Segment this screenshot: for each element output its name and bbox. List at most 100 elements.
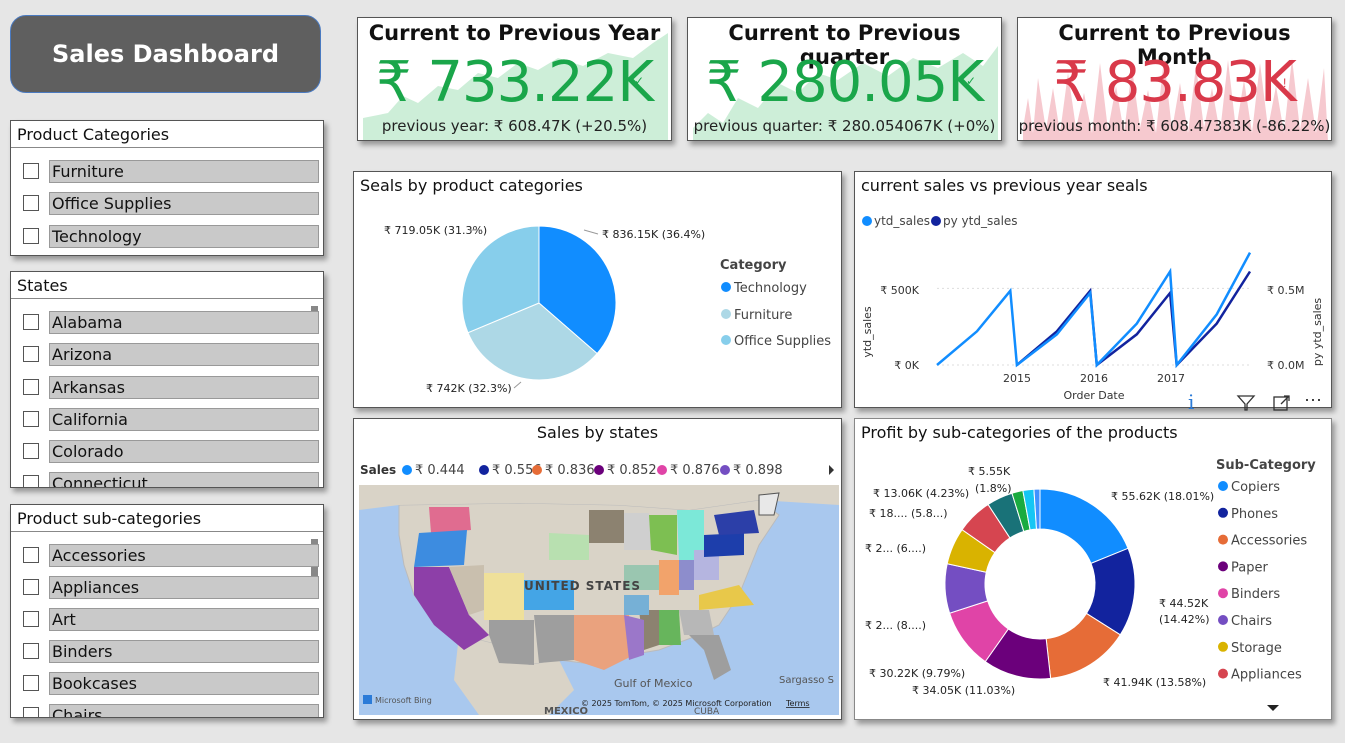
legend-item[interactable]: Copiers: [1231, 480, 1280, 495]
slicer-item[interactable]: Accessories: [23, 543, 319, 567]
data-label: ₹ 836.15K (36.4%): [602, 228, 705, 241]
legend-item[interactable]: Technology: [733, 281, 807, 296]
donut-chart-card[interactable]: Profit by sub-categories of the products…: [854, 418, 1332, 720]
slicer-item[interactable]: Arizona: [23, 342, 319, 366]
slicer-item[interactable]: California: [23, 407, 319, 431]
legend-swatch: [1218, 561, 1228, 572]
kpi-card-month[interactable]: Current to Previous Month ₹ 83.83K ! pre…: [1017, 17, 1332, 141]
slicer-states: States Alabama Arizona Arkansas Californ…: [10, 271, 324, 488]
legend-item[interactable]: ytd_sales: [874, 214, 930, 228]
dashboard-title[interactable]: Sales Dashboard: [10, 15, 321, 93]
legend-item[interactable]: Binders: [1231, 587, 1280, 602]
state-arkansas[interactable]: [624, 595, 649, 615]
slicer-item[interactable]: Appliances: [23, 575, 319, 599]
slicer-item[interactable]: Alabama: [23, 310, 319, 334]
legend-item[interactable]: Office Supplies: [734, 334, 831, 349]
legend-item[interactable]: ₹ 0.836: [545, 463, 595, 478]
slicer-item[interactable]: Chairs: [23, 703, 319, 717]
slicer-item[interactable]: Connecticut: [23, 471, 319, 487]
state-georgia[interactable]: [679, 610, 714, 635]
state-minnesota[interactable]: [624, 513, 651, 550]
state-indiana[interactable]: [679, 560, 694, 590]
state-pennsylvania[interactable]: [704, 533, 744, 557]
checkbox[interactable]: [23, 195, 39, 211]
slicer-item[interactable]: Office Supplies: [23, 191, 319, 215]
checkbox[interactable]: [23, 611, 39, 627]
data-label: (1.8%): [975, 482, 1012, 495]
line-chart[interactable]: ytd_sales py ytd_sales ytd_sales py ytd_…: [855, 200, 1332, 408]
filter-icon[interactable]: [1236, 394, 1256, 412]
us-map[interactable]: UNITED STATES Gulf of Mexico Sargasso S …: [359, 485, 839, 715]
info-icon[interactable]: i: [1188, 390, 1194, 414]
slicer-item-label: Alabama: [49, 310, 319, 334]
state-alabama[interactable]: [659, 610, 681, 645]
line-chart-card[interactable]: current sales vs previous year seals ytd…: [854, 171, 1332, 408]
kpi-subtitle: previous month: ₹ 608.47383K (-86.22%): [1018, 117, 1331, 135]
slicer-item[interactable]: Colorado: [23, 439, 319, 463]
kpi-card-quarter[interactable]: Current to Previous quarter ₹ 280.05K ✓ …: [687, 17, 1002, 141]
state-oregon[interactable]: [414, 530, 467, 567]
chevron-down-icon[interactable]: [1267, 705, 1279, 711]
focus-mode-icon[interactable]: [1272, 394, 1292, 412]
state-wyoming[interactable]: [549, 533, 589, 560]
legend-item[interactable]: ₹ 0.852: [607, 463, 657, 478]
checkbox[interactable]: [23, 707, 39, 717]
slicer-item[interactable]: Technology: [23, 224, 319, 248]
state-illinois[interactable]: [659, 560, 679, 595]
checkbox[interactable]: [23, 411, 39, 427]
map-legend: Sales ₹ 0.444 ₹ 0.556 ₹ 0.836 ₹ 0.852 ₹ …: [360, 463, 834, 478]
legend-item[interactable]: ₹ 0.444: [415, 463, 465, 478]
checkbox[interactable]: [23, 379, 39, 395]
legend-item[interactable]: py ytd_sales: [943, 214, 1018, 228]
checkbox[interactable]: [23, 228, 39, 244]
more-options-icon[interactable]: ⋯: [1304, 390, 1322, 411]
legend-item[interactable]: Chairs: [1231, 614, 1272, 629]
checkbox[interactable]: [23, 346, 39, 362]
slicer-item[interactable]: Binders: [23, 639, 319, 663]
checkbox[interactable]: [23, 675, 39, 691]
slicer-product-subcategories: Product sub-categories Accessories Appli…: [10, 504, 324, 718]
legend-item[interactable]: Furniture: [734, 308, 792, 323]
checkbox[interactable]: [23, 579, 39, 595]
legend-item[interactable]: ₹ 0.876: [670, 463, 720, 478]
kpi-card-year[interactable]: Current to Previous Year ₹ 733.22K ✓ pre…: [357, 17, 672, 141]
check-icon: ✓: [634, 74, 645, 88]
data-label: ₹ 13.06K (4.23%): [873, 487, 969, 500]
state-washington[interactable]: [429, 507, 471, 533]
slicer-item[interactable]: Art: [23, 607, 319, 631]
state-north-dakota[interactable]: [589, 510, 624, 543]
checkbox[interactable]: [23, 643, 39, 659]
map-bing-label: Microsoft Bing: [375, 696, 432, 705]
checkbox[interactable]: [23, 314, 39, 330]
donut-chart[interactable]: ₹ 55.62K (18.01%) ₹ 44.52K (14.42%) ₹ 41…: [855, 447, 1332, 720]
data-label: ₹ 44.52K: [1159, 597, 1209, 610]
chevron-right-icon[interactable]: [829, 465, 834, 475]
state-new-mexico[interactable]: [534, 615, 574, 663]
legend-item[interactable]: Appliances: [1231, 668, 1302, 683]
slicer-item[interactable]: Arkansas: [23, 375, 319, 399]
legend-item[interactable]: Paper: [1231, 560, 1268, 575]
map-terms-link[interactable]: Terms: [785, 699, 810, 708]
legend-swatch: [931, 216, 941, 226]
state-wisconsin[interactable]: [649, 515, 677, 555]
legend-swatch: [1218, 507, 1228, 518]
pie-chart[interactable]: ₹ 836.15K (36.4%) ₹ 742K (32.3%) ₹ 719.0…: [354, 200, 842, 408]
slicer-item-label: Technology: [49, 224, 319, 248]
checkbox[interactable]: [23, 547, 39, 563]
map-card[interactable]: Sales by states Sales ₹ 0.444 ₹ 0.556 ₹ …: [353, 418, 842, 720]
legend-item[interactable]: Storage: [1231, 641, 1282, 656]
checkbox[interactable]: [23, 163, 39, 179]
legend-item[interactable]: Phones: [1231, 507, 1278, 522]
slicer-item[interactable]: Furniture: [23, 159, 319, 183]
slicer-item[interactable]: Bookcases: [23, 671, 319, 695]
checkbox[interactable]: [23, 475, 39, 487]
state-utah[interactable]: [484, 573, 524, 620]
legend-item[interactable]: ₹ 0.898: [733, 463, 783, 478]
legend-title: Sub-Category: [1216, 458, 1316, 473]
series-line-ytd_sales[interactable]: [936, 252, 1252, 369]
checkbox[interactable]: [23, 443, 39, 459]
pie-chart-card[interactable]: Seals by product categories ₹ 836.15K (3…: [353, 171, 842, 408]
legend-item[interactable]: Accessories: [1231, 534, 1307, 549]
slicer-item-label: Accessories: [49, 543, 319, 567]
slicer-title: States: [11, 272, 323, 299]
